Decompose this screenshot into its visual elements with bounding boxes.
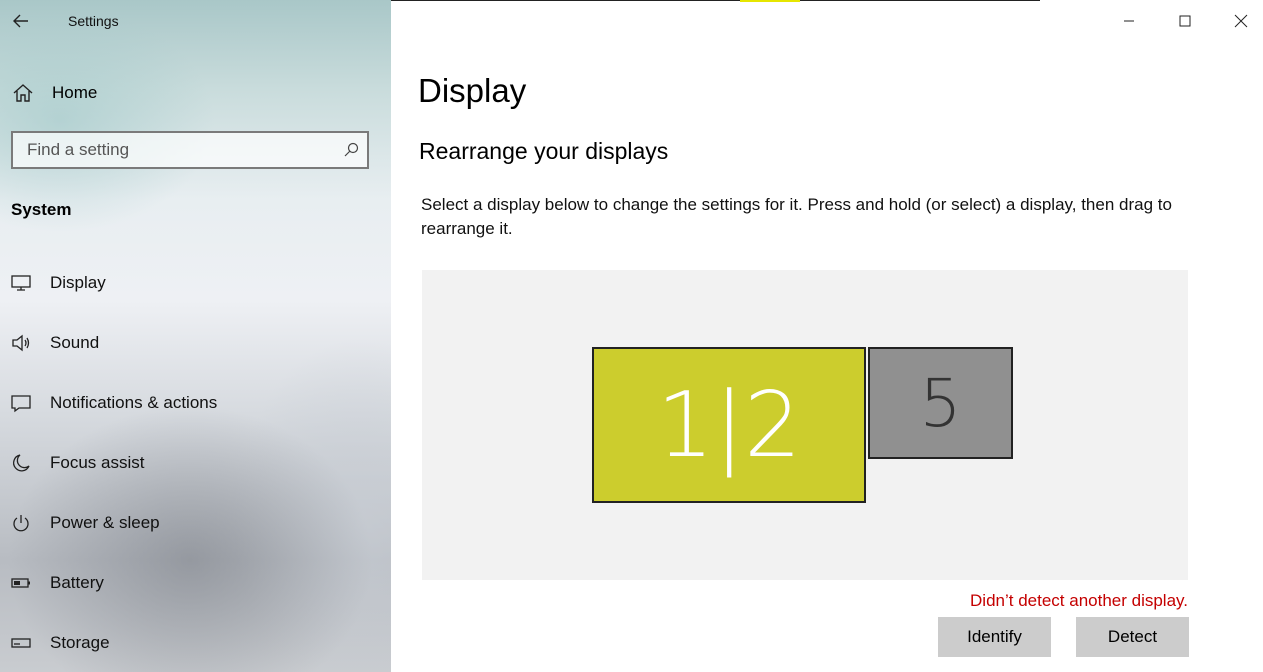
display-arrangement-area: 1|2 5 xyxy=(422,270,1188,580)
detect-button[interactable]: Detect xyxy=(1076,617,1189,657)
display-tile-5[interactable]: 5 xyxy=(868,347,1013,459)
sidebar-item-label: Sound xyxy=(50,333,100,352)
maximize-icon xyxy=(1179,15,1191,27)
close-button[interactable] xyxy=(1218,6,1263,36)
section-title: System xyxy=(11,200,72,219)
storage-icon xyxy=(8,632,34,654)
app-title: Settings xyxy=(68,13,119,29)
power-icon xyxy=(8,512,34,534)
sidebar-item-battery[interactable]: Battery xyxy=(8,568,378,598)
search-box[interactable] xyxy=(11,131,369,169)
search-icon[interactable] xyxy=(343,142,359,158)
sidebar-item-notifications[interactable]: Notifications & actions xyxy=(8,388,378,418)
sidebar-item-power-sleep[interactable]: Power & sleep xyxy=(8,508,378,538)
sidebar-item-label: Notifications & actions xyxy=(50,393,218,412)
sidebar-item-label: Focus assist xyxy=(50,453,145,472)
sidebar-item-label: Display xyxy=(50,273,106,292)
identify-button[interactable]: Identify xyxy=(938,617,1051,657)
sidebar-item-focus-assist[interactable]: Focus assist xyxy=(8,448,378,478)
home-nav-item[interactable]: Home xyxy=(12,80,97,106)
display-tile-1-2[interactable]: 1|2 xyxy=(592,347,866,503)
search-input[interactable] xyxy=(13,133,347,167)
sidebar-item-storage[interactable]: Storage xyxy=(8,628,378,658)
window-border xyxy=(800,0,1040,1)
window-border-accent xyxy=(740,0,800,2)
home-icon xyxy=(13,84,33,102)
minimize-icon xyxy=(1124,20,1134,22)
window-border xyxy=(391,0,740,1)
minimize-button[interactable] xyxy=(1106,6,1152,36)
sidebar-item-label: Power & sleep xyxy=(50,513,160,532)
maximize-button[interactable] xyxy=(1162,6,1208,36)
close-icon xyxy=(1234,14,1248,28)
back-button[interactable] xyxy=(8,8,34,34)
back-arrow-icon xyxy=(13,14,28,28)
notification-icon xyxy=(8,392,34,414)
sidebar-item-label: Battery xyxy=(50,573,104,592)
speaker-icon xyxy=(8,332,34,354)
monitor-icon xyxy=(8,272,34,294)
moon-icon xyxy=(8,452,34,474)
sidebar-item-label: Storage xyxy=(50,633,110,652)
description-text: Select a display below to change the set… xyxy=(421,195,1172,238)
section-heading: Rearrange your displays xyxy=(419,138,669,164)
battery-icon xyxy=(8,572,34,594)
sidebar: Settings Home System Display Sound Notif… xyxy=(0,0,391,672)
error-message: Didn’t detect another display. xyxy=(970,591,1188,610)
sidebar-item-display[interactable]: Display xyxy=(8,268,378,298)
home-label: Home xyxy=(52,83,98,102)
page-title: Display xyxy=(418,72,527,109)
sidebar-item-sound[interactable]: Sound xyxy=(8,328,378,358)
